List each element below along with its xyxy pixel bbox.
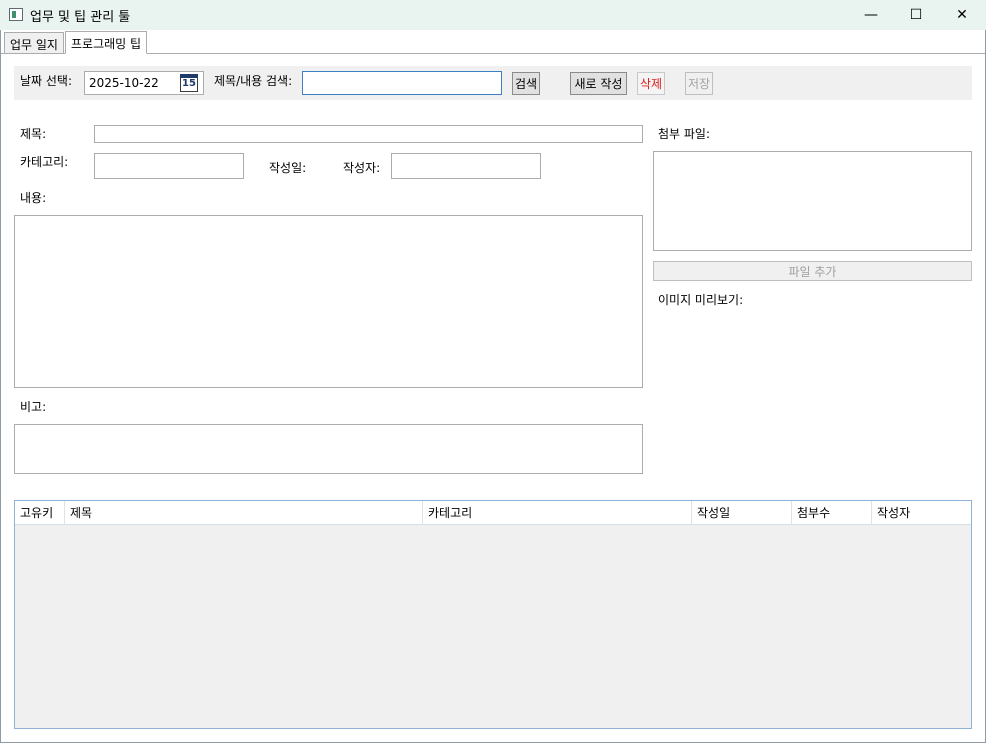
column-header-created[interactable]: 작성일	[692, 501, 792, 524]
close-button[interactable]: ✕	[939, 0, 985, 30]
minimize-icon: —	[864, 7, 878, 23]
grid-header: 고유키 제목 카테고리 작성일 첨부수 작성자	[15, 501, 971, 525]
new-button[interactable]: 새로 작성	[570, 72, 627, 95]
note-textarea[interactable]	[14, 424, 643, 474]
content-textarea[interactable]	[14, 215, 643, 388]
note-label: 비고:	[20, 400, 47, 414]
calendar-day: 15	[182, 78, 196, 89]
content-label: 내용:	[20, 191, 47, 205]
category-label: 카테고리:	[20, 155, 69, 169]
tips-grid[interactable]: 고유키 제목 카테고리 작성일 첨부수 작성자	[14, 500, 972, 729]
image-preview-label: 이미지 미리보기:	[658, 293, 744, 307]
column-header-id[interactable]: 고유키	[15, 501, 65, 524]
delete-button[interactable]: 삭제	[637, 72, 665, 95]
date-label: 날짜 선택:	[20, 74, 73, 88]
title-bar[interactable]: 업무 및 팁 관리 툴 — ☐ ✕	[0, 0, 986, 30]
add-file-button[interactable]: 파일 추가	[653, 261, 972, 281]
minimize-button[interactable]: —	[848, 0, 894, 30]
calendar-icon[interactable]: 15	[180, 74, 198, 92]
category-input[interactable]	[94, 153, 244, 179]
column-header-attachments[interactable]: 첨부수	[792, 501, 872, 524]
window-title: 업무 및 팁 관리 툴	[30, 10, 131, 25]
search-input[interactable]	[302, 71, 502, 95]
title-input[interactable]	[94, 125, 643, 143]
tab-work-log[interactable]: 업무 일지	[4, 32, 64, 54]
column-header-category[interactable]: 카테고리	[423, 501, 692, 524]
save-button[interactable]: 저장	[685, 72, 713, 95]
search-button[interactable]: 검색	[512, 72, 540, 95]
app-icon	[9, 8, 23, 21]
close-icon: ✕	[956, 7, 968, 23]
date-picker[interactable]: 2025-10-22 15	[84, 71, 204, 95]
title-label: 제목:	[20, 127, 47, 141]
search-label: 제목/내용 검색:	[214, 74, 293, 88]
created-date-label: 작성일:	[269, 161, 307, 175]
column-header-title[interactable]: 제목	[65, 501, 423, 524]
maximize-icon: ☐	[909, 7, 923, 23]
attachments-label: 첨부 파일:	[658, 127, 711, 141]
attachments-list[interactable]	[653, 151, 972, 251]
maximize-button[interactable]: ☐	[893, 0, 939, 30]
tab-programming-tips[interactable]: 프로그래밍 팁	[65, 31, 148, 54]
author-input[interactable]	[391, 153, 541, 179]
date-value: 2025-10-22	[89, 76, 159, 90]
column-header-author[interactable]: 작성자	[872, 501, 971, 524]
author-label: 작성자:	[343, 161, 381, 175]
image-preview-area	[653, 310, 972, 474]
